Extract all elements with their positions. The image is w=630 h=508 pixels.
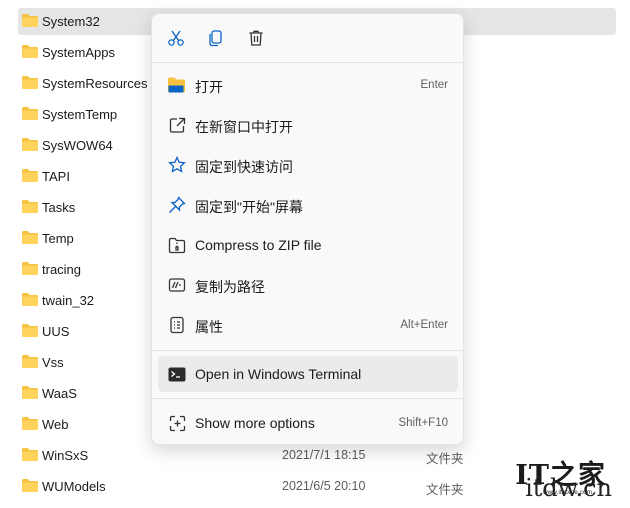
folder-icon [22, 45, 38, 58]
open-folder-icon [168, 76, 186, 94]
file-name: tracing [42, 262, 82, 277]
folder-icon [22, 231, 38, 244]
folder-icon [22, 293, 38, 306]
file-name: SystemApps [42, 45, 115, 60]
file-name: WUModels [42, 479, 106, 494]
watermark: IT之家 itdw.cn www.ithome.com [502, 450, 612, 502]
file-name: System32 [42, 14, 100, 29]
folder-icon [22, 138, 38, 151]
folder-icon [22, 262, 38, 275]
file-name: Web [42, 417, 69, 432]
file-name: SysWOW64 [42, 138, 113, 153]
menu-item-shortcut: Shift+F10 [398, 417, 448, 429]
open-new-window-icon [168, 116, 186, 134]
menu-item-copy-as-path[interactable]: 复制为路径 [158, 267, 458, 303]
menu-separator [152, 350, 463, 351]
menu-item-properties[interactable]: 属性 Alt+Enter [158, 307, 458, 343]
folder-icon [22, 76, 38, 89]
menu-item-label: Show more options [195, 415, 315, 431]
cut-icon [167, 29, 185, 52]
menu-item-shortcut: Alt+Enter [400, 319, 448, 331]
folder-icon [22, 448, 38, 461]
menu-item-open-terminal[interactable]: Open in Windows Terminal [158, 356, 458, 392]
file-name: Tasks [42, 200, 76, 215]
folder-icon [22, 200, 38, 213]
file-name: WinSxS [42, 448, 89, 463]
star-icon [168, 156, 186, 174]
file-name: TAPI [42, 169, 70, 184]
copy-button[interactable] [203, 27, 229, 53]
file-name: SystemTemp [42, 107, 118, 122]
file-date: 2021/6/5 20:10 [282, 479, 366, 493]
menu-item-label: 固定到快速访问 [195, 159, 293, 175]
menu-item-compress-zip[interactable]: Compress to ZIP file [158, 227, 458, 263]
folder-icon [22, 355, 38, 368]
copy-icon [207, 29, 225, 52]
menu-item-label: 复制为路径 [195, 279, 265, 295]
folder-icon [22, 107, 38, 120]
menu-item-label: Compress to ZIP file [195, 237, 322, 253]
menu-item-open-new-window[interactable]: 在新窗口中打开 [158, 107, 458, 143]
menu-item-pin-start[interactable]: 固定到"开始"屏幕 [158, 187, 458, 223]
menu-separator [152, 398, 463, 399]
context-menu: 打开 Enter 在新窗口中打开 固定到快速访问 固定到"开始"屏幕 Compr… [151, 13, 464, 445]
menu-item-pin-quick-access[interactable]: 固定到快速访问 [158, 147, 458, 183]
folder-icon [22, 324, 38, 337]
file-name: UUS [42, 324, 70, 339]
cut-button[interactable] [163, 27, 189, 53]
menu-item-open[interactable]: 打开 Enter [158, 67, 458, 103]
file-type: 文件夹 [426, 483, 464, 497]
file-name: WaaS [42, 386, 77, 401]
file-name: twain_32 [42, 293, 95, 308]
menu-item-label: 在新窗口中打开 [195, 119, 293, 135]
file-name: Vss [42, 355, 64, 370]
menu-separator [152, 62, 463, 63]
watermark-text: itdw.cn [525, 474, 612, 502]
menu-item-label: 固定到"开始"屏幕 [195, 199, 303, 215]
menu-item-shortcut: Enter [420, 79, 449, 91]
pin-icon [168, 196, 186, 214]
folder-icon [22, 417, 38, 430]
terminal-icon [168, 365, 186, 383]
menu-item-label: 打开 [195, 79, 223, 95]
copy-path-icon [168, 276, 186, 294]
delete-button[interactable] [243, 27, 269, 53]
menu-item-label: Open in Windows Terminal [195, 366, 362, 382]
file-name: SystemResources [42, 76, 148, 91]
folder-icon [22, 169, 38, 182]
file-type: 文件夹 [426, 452, 464, 466]
folder-icon [22, 14, 38, 27]
menu-item-label: 属性 [195, 319, 223, 335]
delete-icon [247, 29, 265, 52]
watermark-url: www.ithome.com [542, 489, 592, 496]
quick-actions-bar [152, 24, 463, 54]
file-date: 2021/7/1 18:15 [282, 448, 366, 462]
folder-icon [22, 479, 38, 492]
zip-icon [168, 236, 186, 254]
menu-item-show-more-options[interactable]: Show more options Shift+F10 [158, 405, 458, 441]
more-options-icon [168, 414, 186, 432]
folder-icon [22, 386, 38, 399]
file-name: Temp [42, 231, 74, 246]
properties-icon [168, 316, 186, 334]
